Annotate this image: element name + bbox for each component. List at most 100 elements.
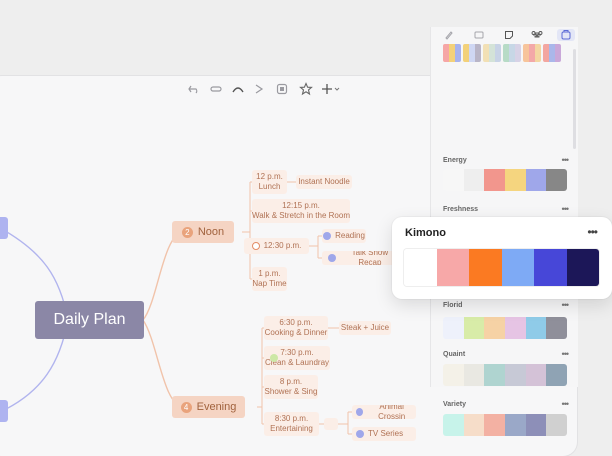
color-swatch <box>463 364 485 386</box>
topic-time: 7:30 p.m. <box>280 348 314 357</box>
color-swatch <box>525 169 547 191</box>
subtopic-node[interactable]: Reading <box>322 229 366 243</box>
color-swatch <box>463 169 485 191</box>
link-icon[interactable] <box>209 82 223 96</box>
theme-thumbnail-row <box>443 44 561 62</box>
undo-icon[interactable] <box>187 82 201 96</box>
box-icon[interactable] <box>275 82 289 96</box>
topic-node[interactable]: 12:30 p.m. <box>244 238 309 254</box>
section-label-variety: Variety <box>443 401 466 408</box>
topic-task: Nap Time <box>252 279 287 288</box>
palette-florid[interactable] <box>443 317 567 339</box>
section-label-freshness: Freshness <box>443 206 479 213</box>
color-swatch <box>484 317 506 339</box>
brush-icon[interactable] <box>443 29 455 41</box>
theme-thumbnail[interactable] <box>523 44 541 62</box>
color-swatch <box>566 249 599 286</box>
color-swatch <box>505 169 526 191</box>
more-icon[interactable]: ••• <box>587 225 598 239</box>
topic-time: 12:30 p.m. <box>263 241 302 250</box>
more-icon[interactable]: ••• <box>562 349 570 359</box>
theme-thumbnail[interactable] <box>443 44 461 62</box>
topic-time: 6:30 p.m. <box>279 318 313 327</box>
topic-time: 12 p.m. <box>256 172 283 181</box>
color-swatch <box>525 317 547 339</box>
color-swatch <box>443 364 464 386</box>
style-panel: Energy ••• Freshness ••• Florid ••• Quai… <box>430 27 578 436</box>
color-swatch <box>443 169 464 191</box>
topic-node[interactable]: 12:15 p.m. Walk & Stretch in the Room <box>252 199 350 223</box>
collapsed-group-node[interactable] <box>324 418 338 430</box>
more-icon[interactable]: ••• <box>562 155 570 165</box>
note-icon[interactable] <box>503 29 515 41</box>
map-icon[interactable] <box>473 29 485 41</box>
palette-quaint[interactable] <box>443 364 567 386</box>
theme-icon[interactable] <box>557 29 575 41</box>
color-swatch <box>534 249 567 286</box>
color-swatch <box>505 364 526 386</box>
topic-node[interactable]: 7:30 p.m. Clean & Laundray <box>264 346 330 370</box>
subtopic-node[interactable]: Animal Crossin <box>352 405 416 419</box>
clock-icon <box>251 242 260 250</box>
topic-node[interactable]: 1 p.m. Nap Time <box>252 267 287 291</box>
topic-node[interactable]: 8:30 p.m. Entertaining <box>264 412 319 436</box>
question-icon <box>323 232 332 240</box>
panel-scrollbar[interactable] <box>573 49 576 149</box>
palette-energy[interactable] <box>443 169 567 191</box>
subtopic-node[interactable]: Steak + Juice <box>339 321 391 335</box>
mindmap-canvas[interactable]: Daily Plan 2 Noon 4 Evening 12 p.m. Lunc… <box>0 102 428 456</box>
question-icon <box>356 408 364 416</box>
star-icon[interactable] <box>299 82 313 96</box>
subtopic-label: Steak + Juice <box>340 323 390 332</box>
section-label-energy: Energy <box>443 157 467 164</box>
curve-icon[interactable] <box>231 82 245 96</box>
subtopic-label: Animal Crossin <box>378 405 406 419</box>
question-icon <box>328 254 336 262</box>
more-icon[interactable]: ••• <box>562 300 570 310</box>
subtopic-node[interactable]: Instant Noodle <box>296 175 352 189</box>
color-swatch <box>484 364 506 386</box>
subtopic-node[interactable]: Talk Show Recap <box>322 251 400 265</box>
theme-thumbnail[interactable] <box>463 44 481 62</box>
more-icon[interactable]: ••• <box>562 399 570 409</box>
branch-node-noon[interactable]: 2 Noon <box>172 221 234 243</box>
theme-preview-card[interactable]: Kimono ••• <box>392 217 612 299</box>
subtopic-label: Reading <box>335 231 365 240</box>
color-swatch <box>484 169 506 191</box>
topic-node[interactable]: 8 p.m. Shower & Sing <box>264 375 318 399</box>
topic-node[interactable]: 6:30 p.m. Cooking & Dinner <box>264 316 328 340</box>
root-node[interactable]: Daily Plan <box>35 301 144 339</box>
color-swatch <box>501 249 534 286</box>
color-swatch <box>546 364 567 386</box>
branch-node-evening[interactable]: 4 Evening <box>172 396 245 418</box>
collapsed-node-bottom[interactable] <box>0 400 8 422</box>
topic-task: Cooking & Dinner <box>264 328 328 337</box>
section-label-quaint: Quaint <box>443 351 466 358</box>
branch-number-badge: 2 <box>181 226 193 238</box>
forward-icon[interactable] <box>253 82 267 96</box>
panel-tabs <box>431 29 578 43</box>
command-icon[interactable] <box>531 29 543 41</box>
add-icon[interactable] <box>321 82 341 96</box>
more-icon[interactable]: ••• <box>562 204 570 214</box>
topic-time: 1 p.m. <box>258 269 281 278</box>
theme-thumbnail[interactable] <box>543 44 561 62</box>
collapsed-node-top[interactable] <box>0 217 8 239</box>
theme-thumbnail[interactable] <box>483 44 501 62</box>
topic-time: 8 p.m. <box>279 377 303 386</box>
theme-title: Kimono <box>405 227 446 239</box>
color-swatch <box>525 364 547 386</box>
topic-task: Walk & Stretch in the Room <box>252 211 350 220</box>
color-swatch <box>443 317 464 339</box>
color-swatch <box>404 249 437 286</box>
theme-thumbnail[interactable] <box>503 44 521 62</box>
color-swatch <box>546 317 567 339</box>
topic-node[interactable]: 12 p.m. Lunch <box>252 170 287 194</box>
topic-time: 8:30 p.m. <box>274 414 309 423</box>
palette-kimono[interactable] <box>404 249 599 286</box>
color-swatch <box>546 169 567 191</box>
branch-label: Noon <box>197 226 225 238</box>
subtopic-node[interactable]: TV Series <box>352 427 416 441</box>
color-swatch <box>463 317 485 339</box>
subtopic-label: Instant Noodle <box>298 177 350 186</box>
